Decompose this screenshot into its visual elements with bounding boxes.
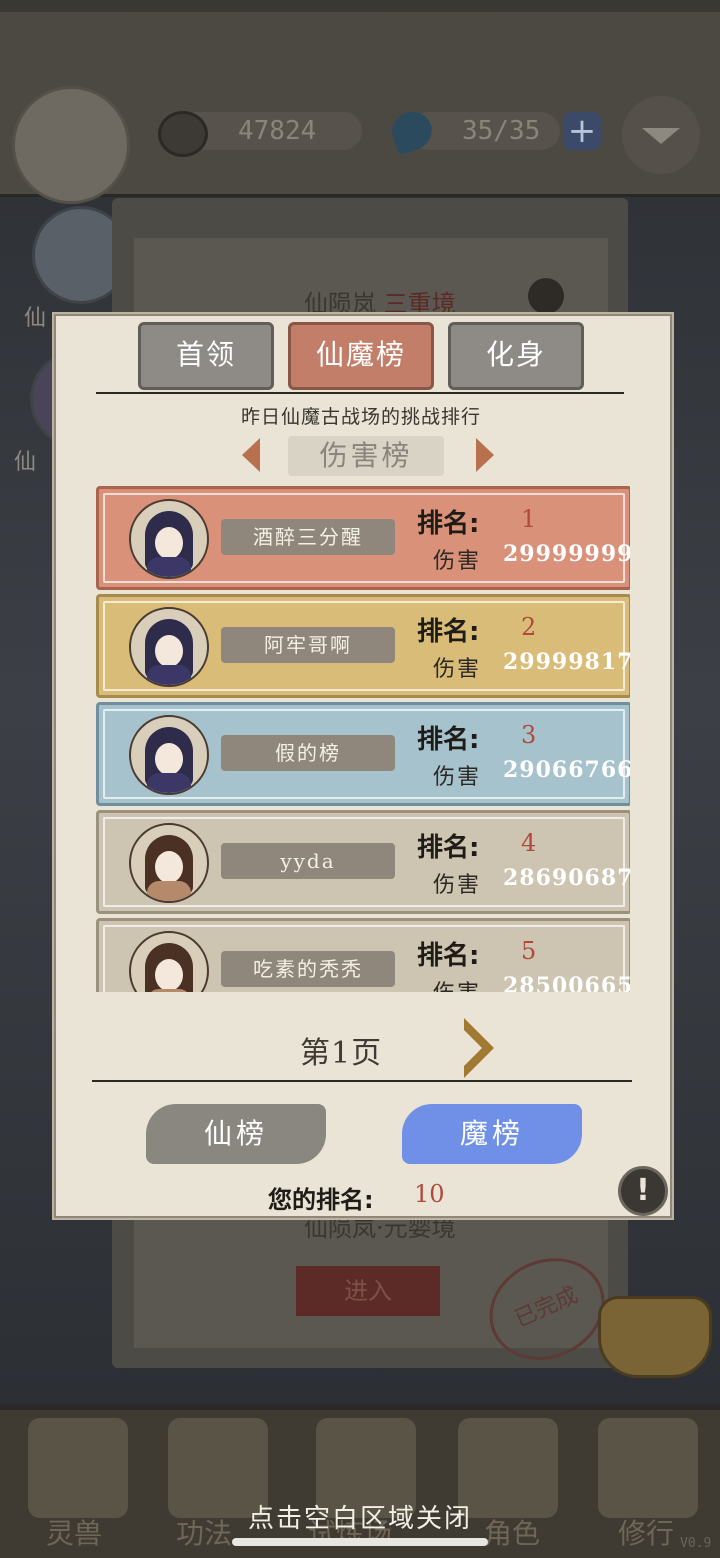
damage-label: 伤害: [433, 765, 482, 790]
coin-count: 47824: [238, 116, 317, 146]
demon-board-button[interactable]: 魔榜: [402, 1104, 582, 1164]
enter-button[interactable]: 进入: [296, 1266, 440, 1316]
stage-info-icon[interactable]: [528, 278, 564, 314]
tab-boss[interactable]: 首领: [138, 322, 274, 390]
rank-label: 排名:: [417, 833, 480, 863]
player-name: yyda: [221, 843, 395, 879]
prev-board-arrow-icon[interactable]: [242, 438, 260, 472]
my-rank-value: 10: [414, 1180, 445, 1208]
tab-immortal-demon-ranking[interactable]: 仙魔榜: [288, 322, 434, 390]
rank-value: 1: [521, 505, 537, 533]
player-avatar-icon: [129, 499, 209, 579]
rank-label: 排名:: [417, 725, 480, 755]
rank-value: 2: [521, 613, 537, 641]
rank-label: 排名:: [417, 509, 480, 539]
ranking-row: 吃素的秃秃 排名: 5 伤害 285006656: [96, 918, 630, 992]
ranking-row: yyda 排名: 4 伤害 286906879: [96, 810, 630, 914]
player-name: 阿牢哥啊: [221, 627, 395, 663]
damage-value: 285006656: [503, 973, 630, 992]
player-avatar-icon: [129, 607, 209, 687]
footer-divider: [92, 1080, 632, 1082]
close-hint[interactable]: 点击空白区域关闭: [0, 1498, 720, 1535]
rank-value: 4: [521, 829, 537, 857]
damage-value: 286906879: [503, 865, 630, 891]
player-name: 酒醉三分醒: [221, 519, 395, 555]
ranking-subtitle: 昨日仙魔古战场的挑战排行: [240, 406, 481, 428]
player-name: 吃素的秃秃: [221, 951, 395, 987]
damage-label: 伤害: [433, 873, 482, 898]
next-board-arrow-icon[interactable]: [476, 438, 494, 472]
tabs-divider: [96, 392, 624, 394]
player-avatar-icon: [129, 823, 209, 903]
ranking-row: 酒醉三分醒 排名: 1 伤害 299999999: [96, 486, 630, 590]
rank-value: 5: [521, 937, 537, 965]
add-stamina-button[interactable]: +: [563, 112, 601, 150]
coin-icon: [158, 111, 208, 157]
player-avatar[interactable]: [12, 86, 130, 204]
cauldron-icon[interactable]: [598, 1296, 712, 1378]
player-avatar-icon: [129, 715, 209, 795]
side-stage-label-2: 仙: [14, 450, 37, 475]
info-icon[interactable]: !: [618, 1166, 668, 1216]
dropdown-menu-button[interactable]: [622, 96, 700, 174]
damage-label: 伤害: [433, 657, 482, 682]
damage-value: 299999999: [503, 541, 630, 567]
next-page-arrow-inner: [464, 1030, 482, 1066]
immortal-board-button[interactable]: 仙榜: [146, 1104, 326, 1164]
ranking-list[interactable]: 酒醉三分醒 排名: 1 伤害 299999999 阿牢哥啊 排名: 2 伤害 2…: [96, 484, 630, 992]
rank-label: 排名:: [417, 941, 480, 971]
page-label: 第1页: [300, 1036, 383, 1071]
damage-value: 290667667: [503, 757, 630, 783]
player-name: 假的榜: [221, 735, 395, 771]
damage-value: 299998172: [503, 649, 630, 675]
ranking-row: 假的榜 排名: 3 伤害 290667667: [96, 702, 630, 806]
my-rank-label: 您的排名:: [268, 1186, 374, 1214]
rank-label: 排名:: [417, 617, 480, 647]
side-stage-label: 仙: [24, 306, 47, 331]
damage-label: 伤害: [433, 549, 482, 574]
board-title: 伤害榜: [288, 436, 444, 476]
damage-label: 伤害: [433, 975, 481, 992]
rank-value: 3: [521, 721, 537, 749]
stamina-count: 35/35: [462, 116, 541, 146]
ranking-row: 阿牢哥啊 排名: 2 伤害 299998172: [96, 594, 630, 698]
home-indicator[interactable]: [232, 1538, 488, 1546]
version-label: V0.9: [680, 1536, 712, 1551]
tab-avatar[interactable]: 化身: [448, 322, 584, 390]
